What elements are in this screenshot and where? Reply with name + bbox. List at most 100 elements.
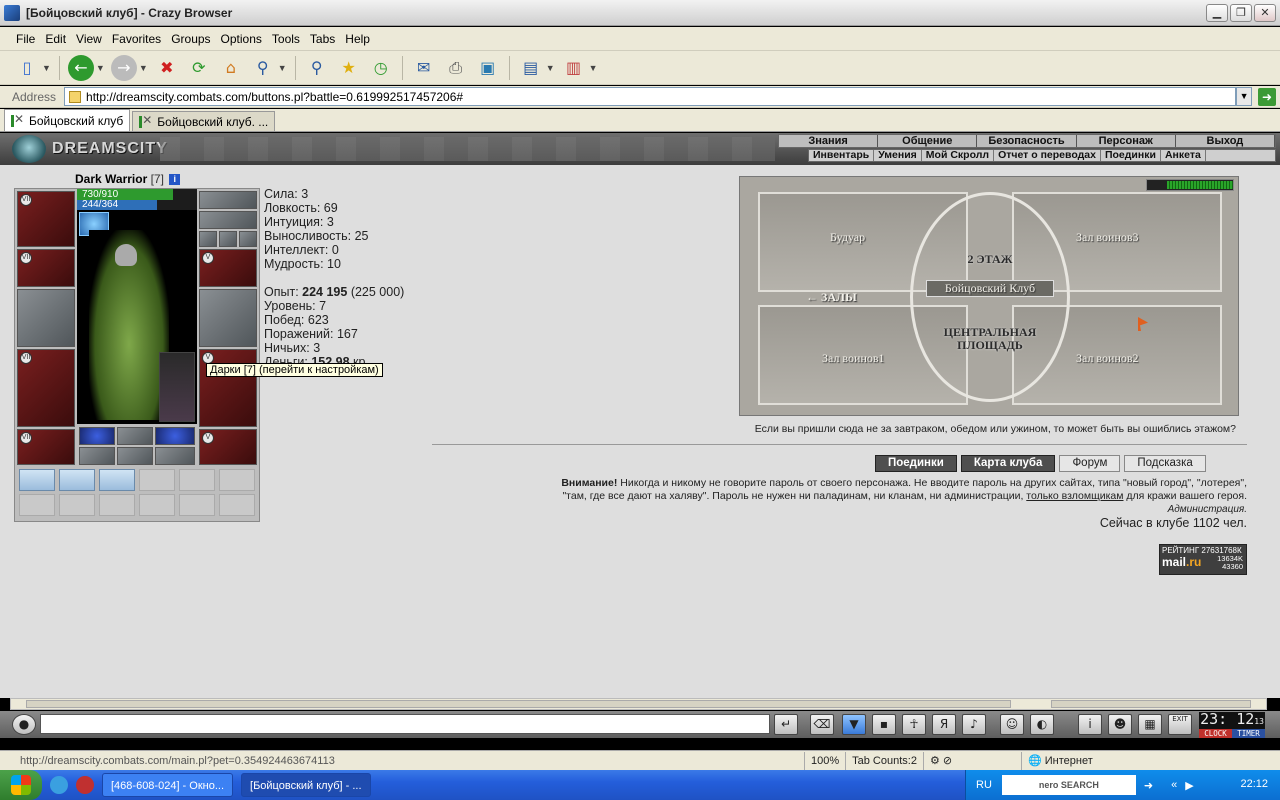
- quicklaunch-ie-icon[interactable]: [50, 776, 68, 794]
- save-icon[interactable]: ▪: [872, 714, 896, 735]
- scroll-slot-4[interactable]: [139, 469, 175, 491]
- nav-security[interactable]: Безопасность: [977, 135, 1077, 147]
- offhand-slot[interactable]: [199, 289, 257, 347]
- menu-help[interactable]: Help: [345, 32, 370, 46]
- armor-slot[interactable]: VII: [17, 349, 75, 427]
- maximize-button[interactable]: ❐: [1230, 4, 1252, 22]
- ring2-slot[interactable]: [219, 231, 237, 247]
- start-button[interactable]: [0, 770, 42, 800]
- scrollbar-thumb-secondary[interactable]: [1051, 700, 1251, 708]
- nav-exit[interactable]: Выход: [1176, 135, 1276, 147]
- tray-arrow-icon[interactable]: ➜: [1144, 779, 1153, 792]
- club-map-button[interactable]: Карта клуба: [960, 455, 1056, 472]
- home-icon[interactable]: ⌂: [218, 55, 244, 81]
- menu-view[interactable]: View: [76, 32, 102, 46]
- menu-edit[interactable]: Edit: [45, 32, 66, 46]
- ring3-slot[interactable]: [239, 231, 257, 247]
- map-label-fight-club[interactable]: Бойцовский Клуб: [926, 280, 1054, 297]
- scrollbar-thumb[interactable]: [26, 700, 1011, 708]
- character-avatar[interactable]: [77, 210, 197, 424]
- nero-search-box[interactable]: nero SEARCH: [1001, 775, 1136, 795]
- zoom-level[interactable]: 100%: [804, 751, 845, 770]
- menu-groups[interactable]: Groups: [171, 32, 210, 46]
- chevron-down-icon[interactable]: ▼: [589, 63, 598, 73]
- rune-slot-1[interactable]: [79, 447, 115, 465]
- enter-icon[interactable]: ↵: [774, 714, 798, 735]
- language-indicator[interactable]: RU: [976, 779, 992, 791]
- scroll-slot-9[interactable]: [99, 494, 135, 516]
- menu-options[interactable]: Options: [221, 32, 262, 46]
- rune-slot-3[interactable]: [155, 447, 195, 465]
- map-label-floor2[interactable]: 2 ЭТАЖ: [950, 252, 1030, 267]
- nav-knowledge[interactable]: Знания: [779, 135, 879, 147]
- helmet-slot[interactable]: VII: [17, 191, 75, 247]
- boots-slot[interactable]: V: [199, 429, 257, 465]
- horizontal-scrollbar[interactable]: [10, 698, 1267, 710]
- go-arrow-icon[interactable]: ➜: [1258, 87, 1277, 106]
- exit-icon[interactable]: EXIT: [1168, 714, 1192, 735]
- zoom-icon[interactable]: ⚲: [250, 55, 276, 81]
- chevron-down-icon[interactable]: ▼: [546, 63, 555, 73]
- subnav-fights[interactable]: Поединки: [1101, 150, 1161, 161]
- fighter-icon[interactable]: ☥: [902, 714, 926, 735]
- weapon-slot[interactable]: [17, 289, 75, 347]
- gloves-slot[interactable]: V: [199, 249, 257, 287]
- scroll-slot-12[interactable]: [219, 494, 255, 516]
- subnav-inventory[interactable]: Инвентарь: [809, 150, 875, 161]
- fights-button[interactable]: Поединки: [875, 455, 957, 472]
- hint-button[interactable]: Подсказка: [1124, 455, 1206, 472]
- map-label-central-2[interactable]: ПЛОЩАДЬ: [930, 338, 1050, 353]
- dreamscity-logo[interactable]: DREAMSCITY: [12, 135, 168, 163]
- translit-icon[interactable]: Я: [932, 714, 956, 735]
- menu-file[interactable]: File: [16, 32, 35, 46]
- refresh-icon[interactable]: ⟳: [186, 55, 212, 81]
- taskbar-item-window[interactable]: [468-608-024] - Окно...: [102, 773, 234, 797]
- sound-icon[interactable]: ♪: [962, 714, 986, 735]
- pants-slot[interactable]: V: [199, 349, 257, 427]
- ring1-slot[interactable]: [199, 231, 217, 247]
- hackers-link[interactable]: только взломщикам: [1026, 490, 1123, 502]
- columns-icon[interactable]: ▥: [561, 55, 587, 81]
- chat-input[interactable]: [40, 714, 770, 734]
- minimize-button[interactable]: ▁: [1206, 4, 1228, 22]
- filter-icon[interactable]: ▼: [842, 714, 866, 735]
- map-label-boudoir[interactable]: Будуар: [830, 230, 865, 245]
- helmet-icon[interactable]: ◐: [1030, 714, 1054, 735]
- chevron-down-icon[interactable]: ▼: [278, 63, 287, 73]
- scroll-slot-6[interactable]: [219, 469, 255, 491]
- chevron-down-icon[interactable]: ▼: [139, 63, 148, 73]
- scroll-slot-10[interactable]: [139, 494, 175, 516]
- smiley-icon[interactable]: ☺: [1000, 714, 1024, 735]
- subnav-my-scroll[interactable]: Мой Скролл: [922, 150, 995, 161]
- subnav-profile[interactable]: Анкета: [1161, 150, 1206, 161]
- timer-label[interactable]: TIMER: [1232, 729, 1265, 738]
- tab-fight-club[interactable]: Бойцовский клуб: [4, 109, 131, 131]
- scroll-slot-3[interactable]: [99, 469, 135, 491]
- stop-icon[interactable]: ✖: [154, 55, 180, 81]
- info-icon[interactable]: i: [169, 174, 181, 186]
- edit-icon[interactable]: ▤: [518, 55, 544, 81]
- map-label-warriors1[interactable]: Зал воинов1: [822, 351, 885, 366]
- scroll-slot-11[interactable]: [179, 494, 215, 516]
- clock-label[interactable]: CLOCK: [1199, 729, 1232, 738]
- mail-icon[interactable]: ✉: [411, 55, 437, 81]
- quicklaunch-opera-icon[interactable]: [76, 776, 94, 794]
- eraser-icon[interactable]: ⌫: [810, 714, 834, 735]
- nav-communication[interactable]: Общение: [878, 135, 978, 147]
- taskbar-item-browser[interactable]: [Бойцовский клуб] - ...: [241, 773, 371, 797]
- scroll-slot-2[interactable]: [59, 469, 95, 491]
- earrings-slot[interactable]: [199, 211, 257, 229]
- chevron-down-icon[interactable]: ▼: [96, 63, 105, 73]
- search-icon[interactable]: ⚲: [304, 55, 330, 81]
- back-icon[interactable]: ←: [67, 54, 94, 81]
- print-icon[interactable]: ⎙: [443, 55, 469, 81]
- address-dropdown-button[interactable]: ▼: [1236, 87, 1253, 106]
- mask-icon[interactable]: ☻: [1108, 714, 1132, 735]
- menu-tools[interactable]: Tools: [272, 32, 300, 46]
- amulet-slot[interactable]: [199, 191, 257, 209]
- history-icon[interactable]: ◷: [368, 55, 394, 81]
- gem-slot-1[interactable]: [79, 427, 115, 445]
- bracers-slot[interactable]: VII: [17, 249, 75, 287]
- tab-fight-club-2[interactable]: Бойцовский клуб. ...: [132, 111, 276, 131]
- belt-slot[interactable]: VII: [17, 429, 75, 465]
